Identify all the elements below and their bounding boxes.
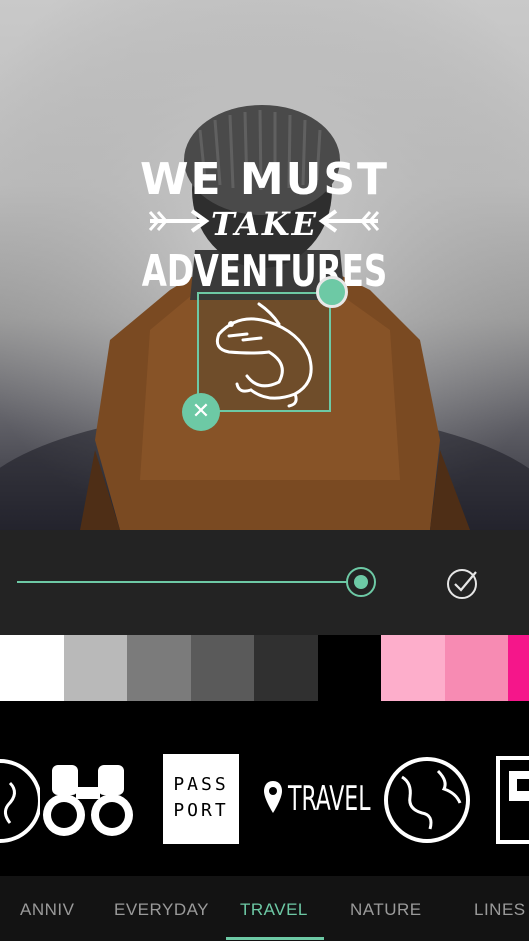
quote-line-2: TAKE — [210, 205, 319, 243]
color-swatch[interactable] — [381, 635, 445, 701]
color-swatch[interactable] — [63, 635, 127, 701]
opacity-slider-track[interactable] — [17, 581, 372, 583]
category-tab-bar: ANNIV EVERYDAY TRAVEL NATURE LINES — [0, 876, 529, 941]
quote-line-1: WE MUST — [139, 154, 390, 205]
tab-nature[interactable]: NATURE — [350, 900, 422, 920]
selected-sticker-frame[interactable] — [197, 292, 331, 412]
quote-line-3: ADVENTURES — [141, 246, 388, 297]
location-pin-icon — [264, 781, 282, 813]
color-swatch[interactable] — [508, 635, 529, 701]
tab-travel[interactable]: TRAVEL — [240, 900, 308, 920]
delete-sticker-button[interactable]: ✕ — [182, 393, 220, 431]
passport-sticker[interactable]: PASS PORT — [163, 754, 239, 844]
globe-icon[interactable] — [0, 753, 40, 849]
passport-line-2: PORT — [173, 800, 229, 821]
tab-lines[interactable]: LINES — [474, 900, 526, 920]
passport-line-1: PASS — [173, 774, 229, 795]
active-tab-indicator — [226, 937, 324, 940]
color-swatch[interactable] — [254, 635, 318, 701]
binoculars-icon[interactable] — [42, 761, 134, 841]
color-swatch[interactable] — [317, 635, 381, 701]
globe-icon[interactable] — [382, 753, 472, 847]
travel-sticker[interactable]: TRAVEL — [262, 777, 372, 821]
tab-everyday[interactable]: EVERYDAY — [114, 900, 209, 920]
color-swatch[interactable] — [127, 635, 191, 701]
arrow-left-icon — [318, 209, 380, 233]
travel-label: TRAVEL — [288, 779, 371, 819]
rotate-scale-handle[interactable] — [316, 276, 348, 308]
photo-canvas[interactable]: WE MUST TAKE ADVENTURES ✕ — [0, 0, 529, 530]
sticker-tray: PASS PORT TRAVEL — [0, 701, 529, 876]
tab-anniv[interactable]: ANNIV — [20, 900, 74, 920]
color-swatch[interactable] — [444, 635, 508, 701]
color-swatch[interactable] — [190, 635, 254, 701]
lizard-sticker-icon[interactable] — [199, 294, 329, 410]
photo-frame-icon[interactable] — [495, 755, 529, 847]
color-swatch[interactable] — [0, 635, 64, 701]
checkmark-circle-icon[interactable] — [446, 566, 480, 600]
color-palette — [0, 635, 529, 701]
